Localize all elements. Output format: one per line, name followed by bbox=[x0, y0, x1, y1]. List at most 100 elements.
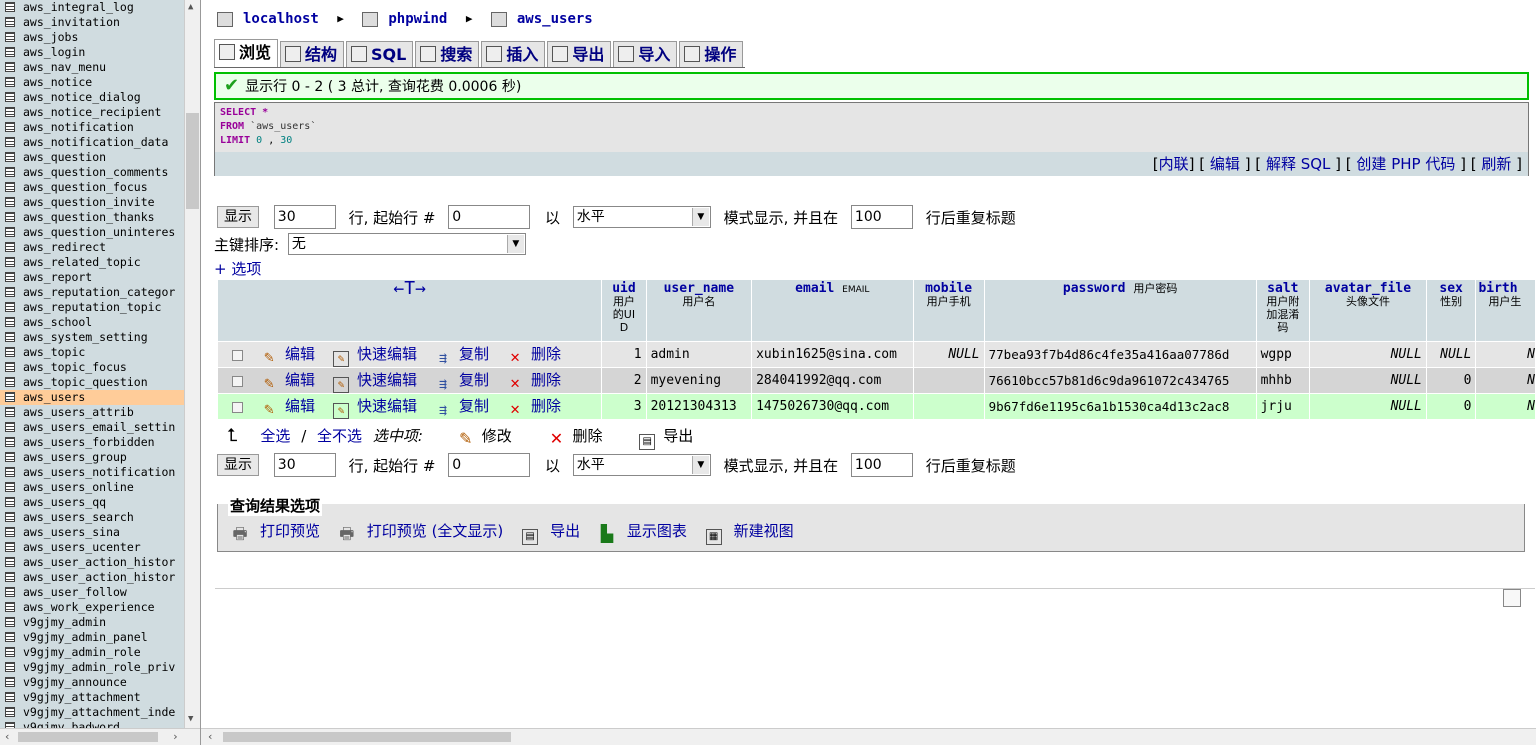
sidebar-scroll-thumb[interactable] bbox=[186, 113, 199, 209]
sidebar-item-aws_jobs[interactable]: aws_jobs bbox=[0, 30, 184, 45]
table-row[interactable]: ✎ 编辑 ✎ 快速编辑 ⇶ 复制 ✕ 删除 1 admin xubin1625@sina.com NU… bbox=[216, 341, 1536, 368]
delete-icon[interactable]: ✕ bbox=[548, 431, 564, 447]
mode-select[interactable]: 水平 ▼ bbox=[572, 206, 711, 228]
breadcrumb-server[interactable]: localhost bbox=[243, 11, 319, 27]
rows-input[interactable]: 30 bbox=[273, 205, 336, 229]
sidebar-item-label[interactable]: aws_question_thanks bbox=[23, 210, 155, 224]
table-icon[interactable] bbox=[5, 527, 15, 537]
table-icon[interactable] bbox=[5, 227, 15, 237]
sidebar-item-label[interactable]: aws_question_comments bbox=[23, 165, 168, 179]
sidebar-item-v9gjmy_badword[interactable]: v9gjmy_badword bbox=[0, 720, 184, 728]
edit-link[interactable]: 编辑 bbox=[285, 371, 315, 389]
sidebar-item-v9gjmy_announce[interactable]: v9gjmy_announce bbox=[0, 675, 184, 690]
table-icon[interactable] bbox=[5, 332, 15, 342]
table-icon[interactable] bbox=[5, 122, 15, 132]
column-header-birth[interactable]: birth 用户生 bbox=[1475, 279, 1536, 342]
chart-icon[interactable]: ▙ bbox=[599, 526, 615, 542]
table-icon[interactable] bbox=[5, 17, 15, 27]
sidebar-item-aws_users_attrib[interactable]: aws_users_attrib bbox=[0, 405, 184, 420]
table-icon[interactable] bbox=[5, 242, 15, 252]
sql-from-keyword[interactable]: FROM bbox=[220, 121, 244, 132]
breadcrumb-table[interactable]: aws_users bbox=[517, 11, 593, 27]
scroll-down-icon[interactable]: ▼ bbox=[188, 714, 193, 724]
sidebar-item-label[interactable]: aws_users_ucenter bbox=[23, 540, 141, 554]
link-edit[interactable]: 编辑 bbox=[1210, 155, 1240, 173]
pencil-icon[interactable]: ✎ bbox=[261, 374, 277, 391]
table-icon[interactable] bbox=[5, 392, 15, 402]
table-icon[interactable] bbox=[5, 587, 15, 597]
start-input[interactable]: 0 bbox=[448, 453, 531, 477]
column-header-avatar_file[interactable]: avatar_file 头像文件 bbox=[1309, 279, 1427, 342]
table-icon[interactable] bbox=[5, 602, 15, 612]
table-icon[interactable] bbox=[5, 362, 15, 372]
sidebar-item-label[interactable]: aws_nav_menu bbox=[23, 60, 106, 74]
sidebar-item-aws_notice_recipient[interactable]: aws_notice_recipient bbox=[0, 105, 184, 120]
table-icon[interactable] bbox=[5, 617, 15, 627]
table-icon[interactable] bbox=[5, 707, 15, 717]
table-icon[interactable] bbox=[5, 692, 15, 702]
sidebar-horizontal-scrollbar[interactable]: ‹ › bbox=[0, 728, 200, 745]
sidebar-item-label[interactable]: v9gjmy_admin_role_priv bbox=[23, 660, 175, 674]
link-inline[interactable]: 内联 bbox=[1159, 155, 1189, 173]
sidebar-item-label[interactable]: aws_user_follow bbox=[23, 585, 127, 599]
table-icon[interactable] bbox=[5, 62, 15, 72]
table-icon[interactable] bbox=[5, 77, 15, 87]
quick-edit-link[interactable]: 快速编辑 bbox=[357, 371, 417, 389]
sidebar-item-aws_question[interactable]: aws_question bbox=[0, 150, 184, 165]
copy-link[interactable]: 复制 bbox=[459, 397, 489, 415]
table-icon[interactable] bbox=[5, 407, 15, 417]
tab-search[interactable]: 搜索 bbox=[415, 41, 480, 67]
sidebar-item-label[interactable]: aws_reputation_topic bbox=[23, 300, 161, 314]
sidebar-item-label[interactable]: v9gjmy_attachment bbox=[23, 690, 141, 704]
link-create-php[interactable]: 创建 PHP 代码 bbox=[1356, 155, 1455, 173]
sidebar-item-label[interactable]: v9gjmy_badword bbox=[23, 720, 120, 728]
sidebar-item-aws_topic_focus[interactable]: aws_topic_focus bbox=[0, 360, 184, 375]
table-icon[interactable] bbox=[5, 632, 15, 642]
sidebar-item-aws_topic[interactable]: aws_topic bbox=[0, 345, 184, 360]
quick-edit-icon[interactable]: ✎ bbox=[333, 376, 350, 393]
show-button[interactable]: 显示 bbox=[217, 206, 259, 228]
delete-link[interactable]: 删除 bbox=[531, 397, 561, 415]
sidebar-item-aws_question_invite[interactable]: aws_question_invite bbox=[0, 195, 184, 210]
export-icon[interactable]: ▤ bbox=[639, 434, 656, 450]
sidebar-item-label[interactable]: aws_topic_focus bbox=[23, 360, 127, 374]
sidebar-item-aws_user_follow[interactable]: aws_user_follow bbox=[0, 585, 184, 600]
sidebar-item-label[interactable]: aws_users_group bbox=[23, 450, 127, 464]
column-header-mobile[interactable]: mobile 用户手机 bbox=[912, 279, 985, 342]
table-icon[interactable] bbox=[5, 437, 15, 447]
scroll-right-icon[interactable]: › bbox=[172, 730, 179, 743]
sidebar-item-label[interactable]: aws_users_qq bbox=[23, 495, 106, 509]
sidebar-item-label[interactable]: aws_notice_dialog bbox=[23, 90, 141, 104]
sidebar-item-label[interactable]: aws_topic_question bbox=[23, 375, 148, 389]
sidebar-item-label[interactable]: aws_jobs bbox=[23, 30, 78, 44]
show-button[interactable]: 显示 bbox=[217, 454, 259, 476]
printer-icon[interactable]: 🖶 bbox=[339, 526, 355, 542]
sidebar-item-label[interactable]: aws_notice bbox=[23, 75, 92, 89]
copy-icon[interactable]: ⇶ bbox=[435, 351, 451, 367]
table-icon[interactable] bbox=[5, 152, 15, 162]
row-checkbox[interactable] bbox=[232, 375, 243, 387]
link-refresh[interactable]: 刷新 bbox=[1481, 155, 1511, 173]
scroll-up-icon[interactable]: ▲ bbox=[188, 2, 193, 12]
sidebar-item-label[interactable]: aws_report bbox=[23, 270, 92, 284]
sidebar-item-aws_users_notification[interactable]: aws_users_notification bbox=[0, 465, 184, 480]
sidebar-item-v9gjmy_attachment[interactable]: v9gjmy_attachment bbox=[0, 690, 184, 705]
export-icon[interactable]: ▤ bbox=[522, 529, 539, 545]
sidebar-item-aws_notification_data[interactable]: aws_notification_data bbox=[0, 135, 184, 150]
print-preview-full-link[interactable]: 打印预览 (全文显示) bbox=[367, 522, 503, 540]
sidebar-item-label[interactable]: aws_reputation_categor bbox=[23, 285, 175, 299]
table-icon[interactable] bbox=[5, 182, 15, 192]
quick-edit-icon[interactable]: ✎ bbox=[333, 402, 350, 419]
table-icon[interactable] bbox=[5, 197, 15, 207]
sidebar-item-label[interactable]: aws_users_sina bbox=[23, 525, 120, 539]
pencil-icon[interactable]: ✎ bbox=[261, 348, 277, 365]
start-input[interactable]: 0 bbox=[448, 205, 531, 229]
table-icon[interactable] bbox=[5, 512, 15, 522]
row-checkbox[interactable] bbox=[232, 401, 243, 413]
sidebar-item-label[interactable]: aws_users_email_settin bbox=[23, 420, 175, 434]
table-icon[interactable] bbox=[5, 647, 15, 657]
sidebar-item-label[interactable]: aws_users_online bbox=[23, 480, 134, 494]
pencil-icon[interactable]: ✎ bbox=[261, 400, 277, 417]
sidebar-item-aws_user_action_histor[interactable]: aws_user_action_histor bbox=[0, 555, 184, 570]
sidebar-vertical-scrollbar[interactable]: ▲ ▼ bbox=[184, 0, 200, 728]
